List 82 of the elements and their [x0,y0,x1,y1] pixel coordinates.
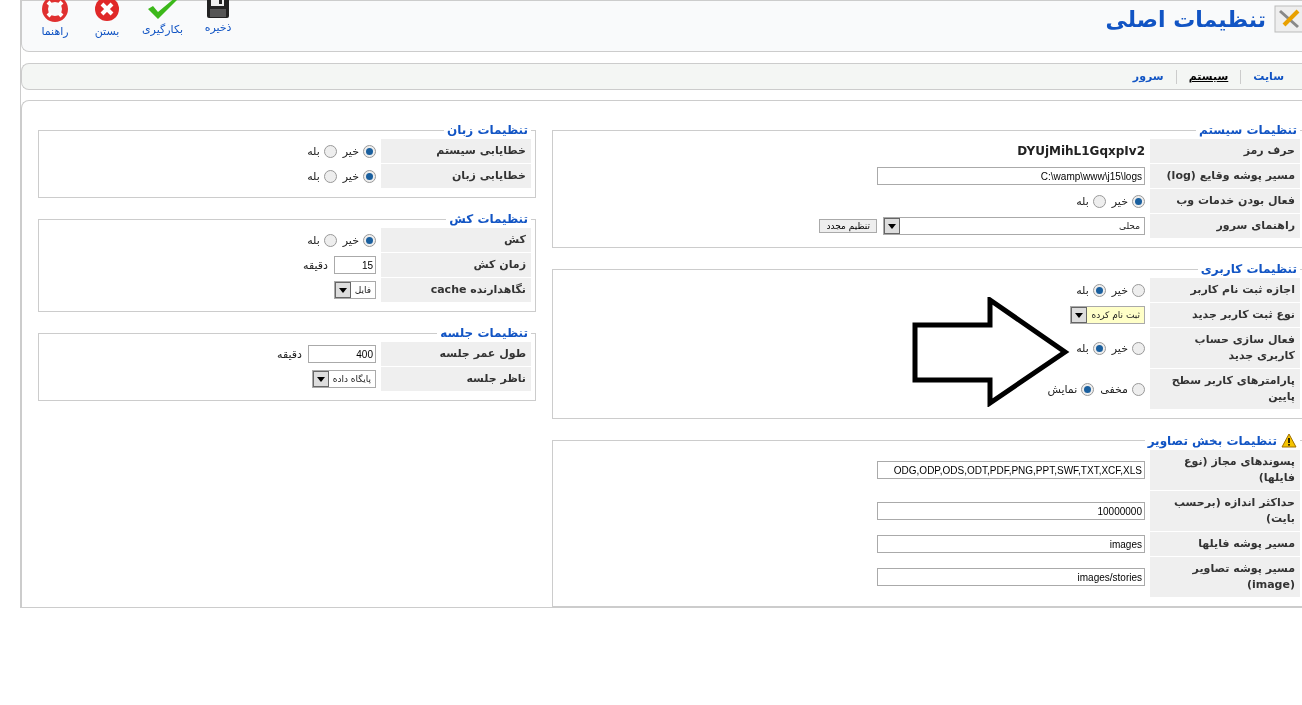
radio-button[interactable] [363,169,376,183]
radio-label: مخفی [1100,382,1128,396]
radio-label: بله [1076,341,1089,355]
field-label: طول عمر جلسه [380,342,531,366]
field-label: خطایابی سیستم [380,139,531,163]
field-label: خطایابی زبان [380,164,531,188]
value-text: DYUjMihL1GqxpIv2 [1017,144,1145,158]
toolbar-button[interactable]: بستن [86,1,128,38]
tab[interactable]: سیستم [1175,69,1241,84]
text-field[interactable]: ODG,ODP,ODS,ODT,PDF,PNG,PPT,SWF,TXT,XCF,XLS [877,461,1145,479]
caret-icon [884,218,900,234]
radio-button[interactable] [363,144,376,158]
text-field[interactable]: 15 [334,256,376,274]
radio-label: بله [1076,194,1089,208]
field-label: پارامترهای کاربر سطح پایین [1149,369,1300,409]
dropdown[interactable]: فایل [333,281,376,299]
field-label: حرف رمز [1149,139,1300,163]
text-field[interactable]: 10000000 [877,502,1145,520]
section-title: تنظیمات کش [449,212,528,226]
field-label: زمان کش [380,253,531,277]
field-label: مسیر پوشه فایلها [1149,532,1300,556]
radio-label: نمایش [1047,382,1078,396]
radio-label: خیر [342,233,359,247]
tab[interactable]: سایت [1240,69,1296,84]
radio-label: بله [307,169,320,183]
radio-button[interactable] [1092,341,1106,355]
radio-button[interactable] [323,169,337,183]
radio-label: خیر [342,169,359,183]
dropdown[interactable]: محلی [883,217,1145,235]
toolbar-button[interactable]: بکارگیری [138,1,188,38]
radio-button[interactable] [323,144,337,158]
field-label: نوع ثبت کاربر جدید [1149,303,1300,327]
field-label: پسوندهای مجاز (نوع فایلها) [1149,450,1300,490]
radio-label: خیر [342,144,359,158]
dropdown[interactable]: پایگاه داده [311,370,376,388]
section-title: تنظیمات زبان [447,123,528,137]
radio-label: خیر [1111,283,1128,297]
tools-icon [1274,5,1302,33]
radio-label: بله [307,233,320,247]
field-label: مسیر پوشه تصاویر (image) [1149,557,1300,597]
reset-button[interactable]: تنظیم مجدد [819,219,877,233]
section-title: تنظیمات بخش تصاویر [1147,433,1277,448]
radio-button[interactable] [1132,341,1145,355]
text-field[interactable]: 400 [308,345,376,363]
toolbar-button[interactable]: ذخیره [197,1,240,38]
radio-button[interactable] [1132,194,1145,208]
warning-icon [1281,433,1297,448]
toolbar-button[interactable]: راهنما [34,1,76,38]
field-label: اجازه ثبت نام کاربر [1149,278,1300,302]
field-label: ناظر جلسه [380,367,531,391]
radio-label: بله [307,144,320,158]
radio-button[interactable] [1081,382,1095,396]
radio-button[interactable] [363,233,376,247]
field-label: کش [380,228,531,252]
radio-label: بله [1076,283,1089,297]
field-label: حداکثر اندازه (برحسب بایت) [1149,491,1300,531]
radio-button[interactable] [1092,283,1106,297]
caret-icon [334,282,351,298]
caret-icon [312,371,329,387]
field-label: فعال بودن خدمات وب [1149,189,1300,213]
text-field[interactable]: C:\wamp\www\j15\logs [877,167,1145,185]
dropdown[interactable]: ثبت نام کرده [1070,306,1145,324]
field-label: فعال سازی حساب کاربری جدید [1149,328,1300,368]
text-field[interactable]: images/stories [877,568,1145,586]
unit-label: دقیقه [303,258,328,272]
field-label: نگاهدارنده cache [380,278,531,302]
radio-label: خیر [1111,194,1128,208]
section-title: تنظیمات سیستم [1199,123,1297,137]
radio-button[interactable] [323,233,337,247]
radio-button[interactable] [1132,382,1145,396]
radio-button[interactable] [1092,194,1106,208]
field-label: راهنمای سرور [1149,214,1300,238]
caret-icon [1071,307,1088,323]
page-title: تنظیمات اصلی [1105,6,1266,32]
section-title: تنظیمات جلسه [440,326,528,340]
section-title: تنظیمات کاربری [1200,262,1297,276]
radio-button[interactable] [1132,283,1145,297]
text-field[interactable]: images [877,535,1145,553]
field-label: مسیر پوشه وقایع (log) [1149,164,1300,188]
tab[interactable]: سرور [1120,69,1176,84]
radio-label: خیر [1111,341,1128,355]
unit-label: دقیقه [277,347,302,361]
